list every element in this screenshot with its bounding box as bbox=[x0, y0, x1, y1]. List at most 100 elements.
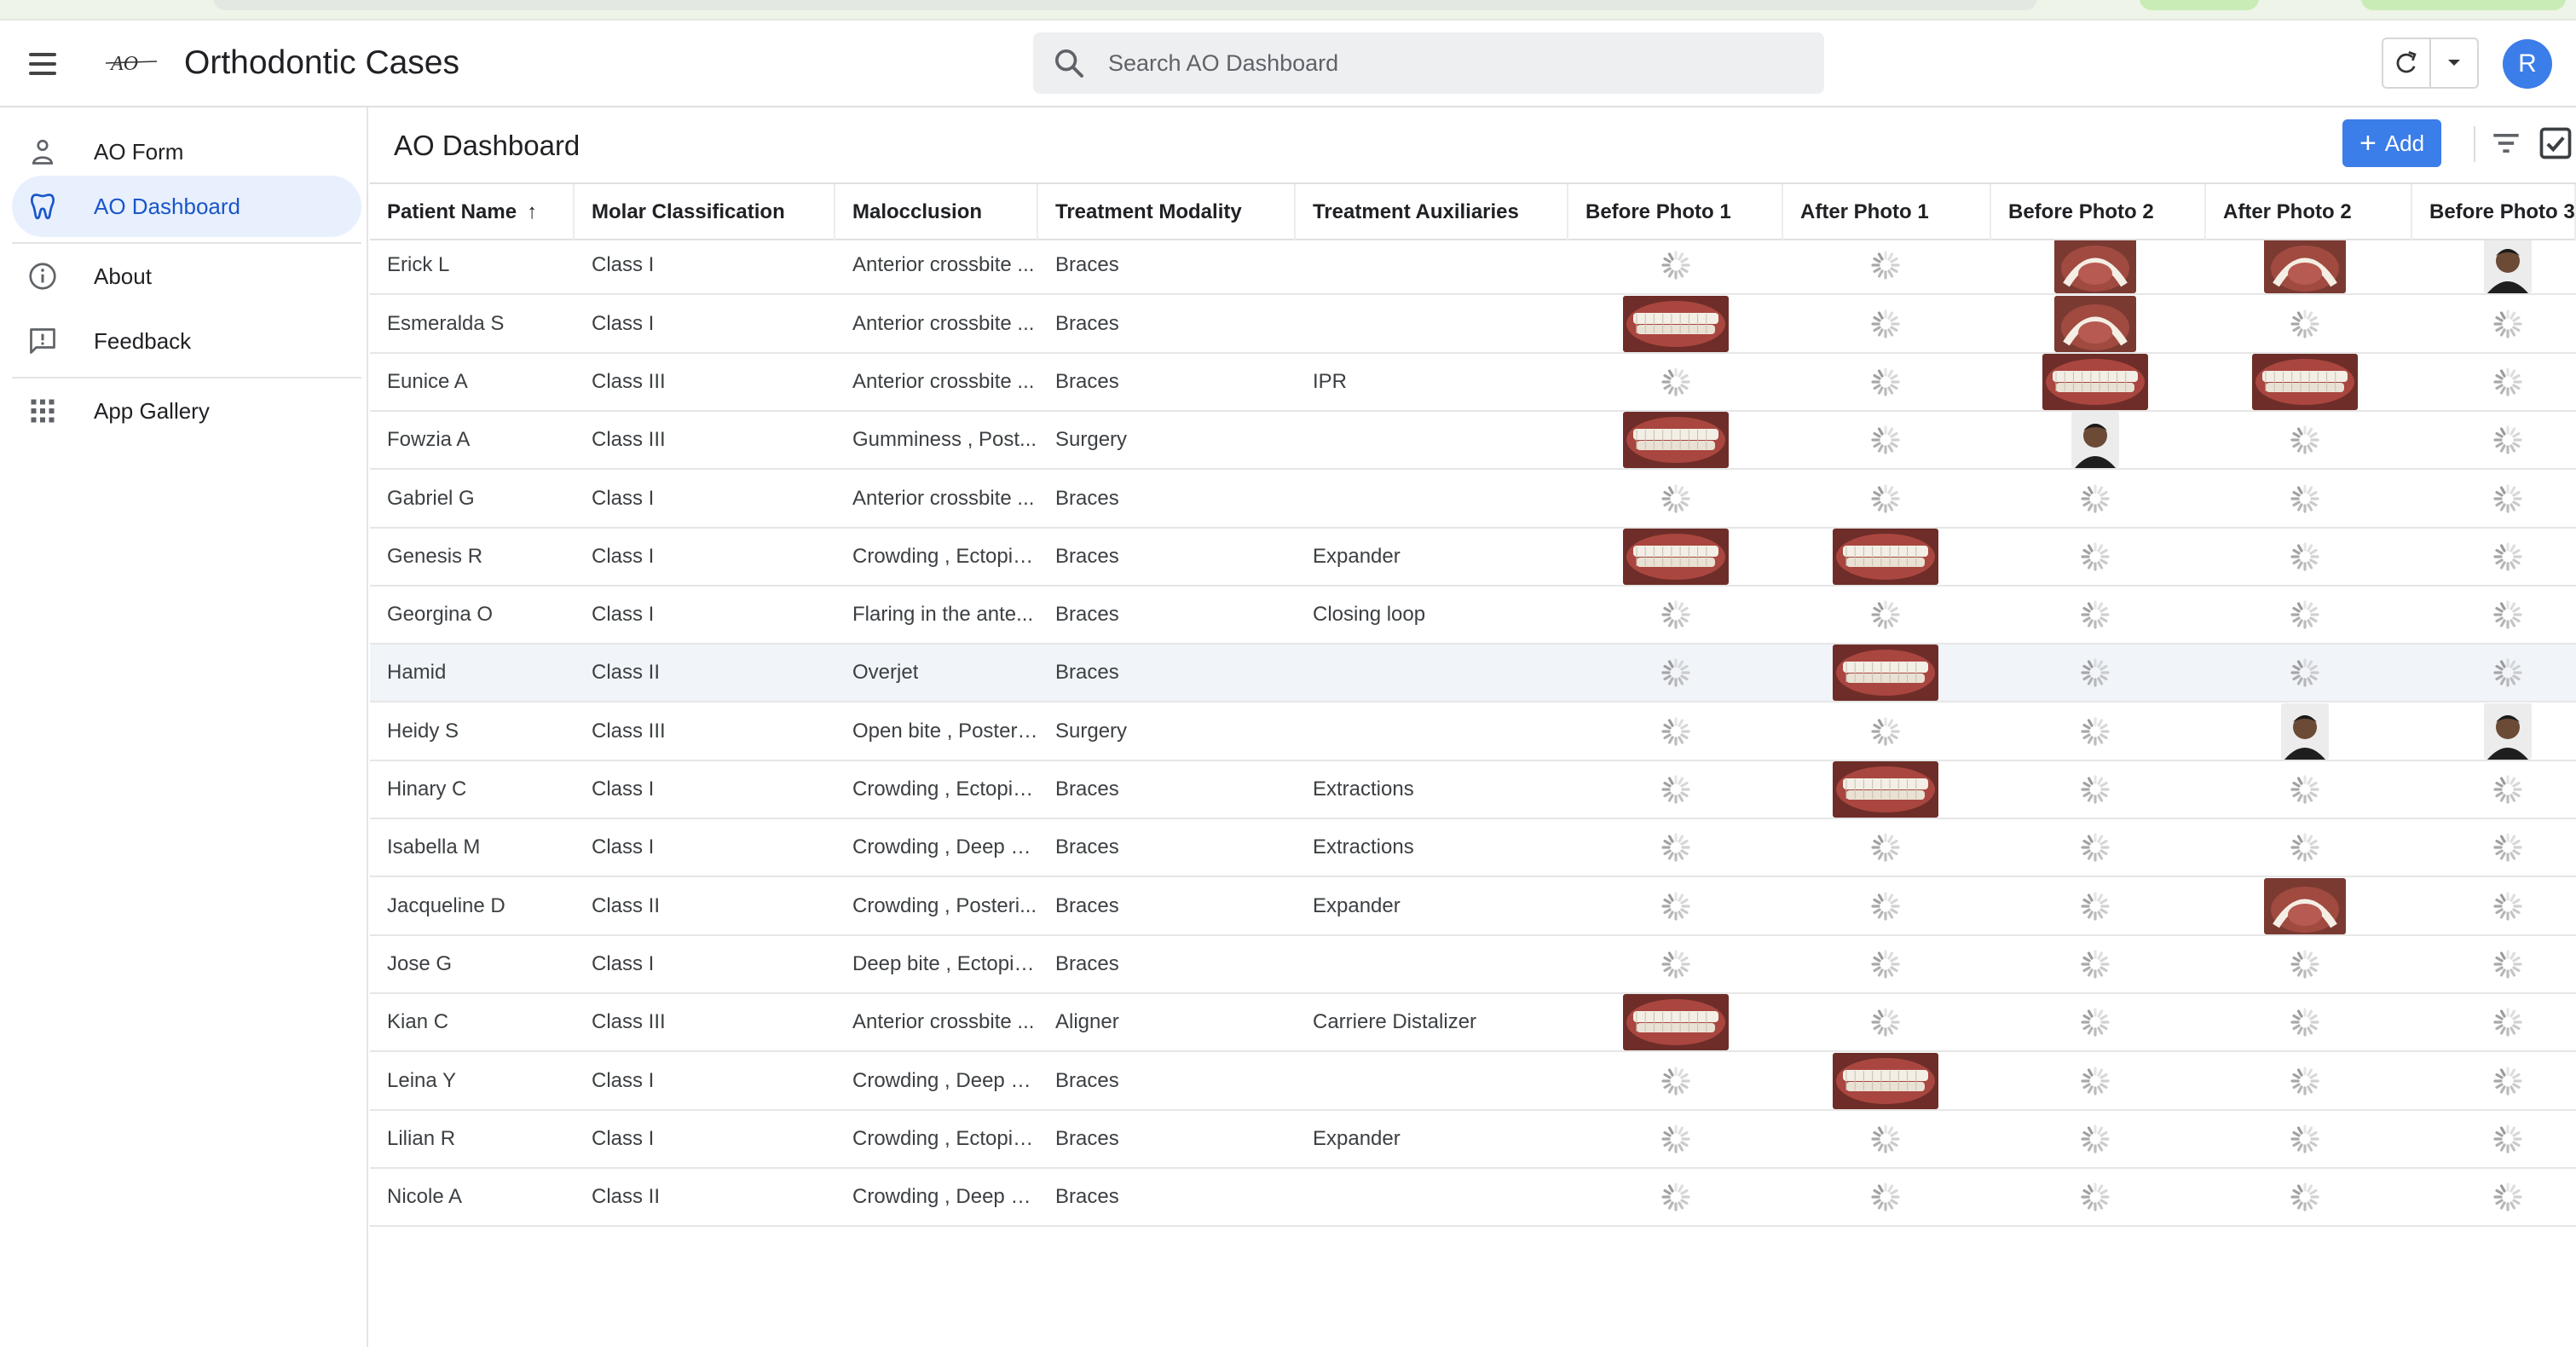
column-header-before-photo-2[interactable]: Before Photo 2 bbox=[1991, 184, 2206, 240]
cell-after-photo-2 bbox=[2206, 1169, 2412, 1225]
cell-before-photo-3 bbox=[2412, 1169, 2576, 1225]
table-row[interactable]: Genesis R Class I Crowding , Ectopic... Bra… bbox=[370, 528, 2576, 587]
table-row[interactable]: Lilian R Class I Crowding , Ectopic... Brac… bbox=[370, 1111, 2576, 1169]
cell-patient-name: Heidy S bbox=[370, 703, 575, 760]
dental-arch-photo[interactable] bbox=[2264, 237, 2346, 294]
cell-malocclusion: Crowding , Deep bi... bbox=[835, 1053, 1038, 1109]
cell-patient-name: Erick L bbox=[370, 237, 575, 293]
menu-icon[interactable] bbox=[26, 49, 63, 78]
cell-before-photo-3 bbox=[2412, 702, 2576, 760]
cell-before-photo-3 bbox=[2412, 529, 2576, 585]
cell-after-photo-2 bbox=[2206, 936, 2412, 992]
table-row[interactable]: Isabella M Class I Crowding , Deep bi... Br… bbox=[370, 819, 2576, 878]
intraoral-teeth-photo[interactable] bbox=[2252, 353, 2358, 410]
table-row[interactable]: Hamid Class II Overjet Braces bbox=[370, 645, 2576, 703]
column-header-after-photo-2[interactable]: After Photo 2 bbox=[2206, 184, 2412, 240]
cell-before-photo-1 bbox=[1568, 1053, 1783, 1109]
cell-text: IPR bbox=[1313, 369, 1348, 393]
intraoral-teeth-photo[interactable] bbox=[1833, 528, 1938, 585]
refresh-options-button[interactable] bbox=[2431, 39, 2477, 87]
cell-treatment-auxiliaries bbox=[1296, 237, 1568, 293]
intraoral-teeth-photo[interactable] bbox=[2042, 353, 2148, 410]
column-header-after-photo-1[interactable]: After Photo 1 bbox=[1783, 184, 1991, 240]
refresh-button[interactable] bbox=[2383, 39, 2431, 87]
column-header-malocclusion[interactable]: Malocclusion bbox=[835, 184, 1038, 240]
table-row[interactable]: Hinary C Class I Crowding , Ectopic... Brac… bbox=[370, 761, 2576, 819]
dental-arch-photo[interactable] bbox=[2054, 295, 2136, 352]
column-header-label: Patient Name bbox=[387, 200, 517, 223]
column-header-before-photo-3[interactable]: Before Photo 3 bbox=[2412, 184, 2576, 240]
sidebar-item-ao-form[interactable]: AO Form bbox=[12, 121, 361, 182]
patient-portrait-photo[interactable] bbox=[2281, 702, 2329, 760]
filter-icon[interactable] bbox=[2487, 124, 2525, 162]
table-row[interactable]: Jacqueline D Class II Crowding , Posteri..… bbox=[370, 877, 2576, 936]
intraoral-teeth-photo[interactable] bbox=[1833, 1052, 1938, 1109]
patient-portrait-photo[interactable] bbox=[2071, 412, 2119, 469]
intraoral-teeth-photo[interactable] bbox=[1623, 528, 1729, 585]
cell-molar-classification: Class III bbox=[575, 994, 835, 1050]
column-header-molar-classification[interactable]: Molar Classification bbox=[575, 184, 835, 240]
cell-text: Class I bbox=[592, 778, 655, 801]
loading-spinner-icon bbox=[1661, 251, 1690, 280]
table-row[interactable]: Fowzia A Class III Gumminess , Post... Surg… bbox=[370, 412, 2576, 471]
cell-treatment-modality: Braces bbox=[1038, 761, 1296, 818]
table-row[interactable]: Nicole A Class II Crowding , Deep bi... Bra… bbox=[370, 1169, 2576, 1228]
table-row[interactable]: Jose G Class I Deep bite , Ectopic... Brace… bbox=[370, 936, 2576, 994]
cell-after-photo-2 bbox=[2206, 587, 2412, 643]
cell-after-photo-1 bbox=[1783, 761, 1991, 818]
intraoral-teeth-photo[interactable] bbox=[1833, 645, 1938, 702]
sidebar-item-app-gallery[interactable]: App Gallery bbox=[12, 380, 361, 442]
sidebar-item-feedback[interactable]: Feedback bbox=[12, 310, 361, 372]
column-header-treatment-auxiliaries[interactable]: Treatment Auxiliaries bbox=[1296, 184, 1568, 240]
column-header-before-photo-1[interactable]: Before Photo 1 bbox=[1568, 184, 1783, 240]
cell-after-photo-1 bbox=[1783, 878, 1991, 934]
intraoral-teeth-photo[interactable] bbox=[1623, 994, 1729, 1051]
cell-text: Isabella M bbox=[387, 835, 481, 859]
tooth-icon bbox=[31, 194, 55, 220]
cell-text: Class I bbox=[592, 253, 655, 277]
search-bar[interactable] bbox=[1033, 32, 1824, 94]
patient-portrait-photo[interactable] bbox=[2484, 237, 2532, 294]
cell-after-photo-2 bbox=[2206, 994, 2412, 1050]
table-row[interactable]: Georgina O Class I Flaring in the ante... B… bbox=[370, 587, 2576, 645]
cell-treatment-auxiliaries: Carriere Distalizer bbox=[1296, 994, 1568, 1050]
sidebar-item-ao-dashboard[interactable]: AO Dashboard bbox=[12, 176, 361, 237]
table-row[interactable]: Heidy S Class III Open bite , Posteri... Su… bbox=[370, 702, 2576, 761]
table-row[interactable]: Kian C Class III Anterior crossbite ... Ali… bbox=[370, 994, 2576, 1053]
column-header-treatment-modality[interactable]: Treatment Modality bbox=[1038, 184, 1296, 240]
dental-arch-photo[interactable] bbox=[2264, 877, 2346, 934]
cell-molar-classification: Class II bbox=[575, 1169, 835, 1225]
intraoral-teeth-photo[interactable] bbox=[1623, 295, 1729, 352]
loading-spinner-icon bbox=[2493, 309, 2522, 338]
select-checkbox-icon[interactable] bbox=[2537, 124, 2574, 162]
column-header-patient-name[interactable]: Patient Name ↑ bbox=[370, 184, 575, 240]
table-row[interactable]: Esmeralda S Class I Anterior crossbite ...… bbox=[370, 295, 2576, 354]
cell-before-photo-2 bbox=[1991, 761, 2206, 818]
sidebar-item-about[interactable]: About bbox=[12, 246, 361, 307]
search-input[interactable] bbox=[1108, 32, 1807, 94]
plus-icon: + bbox=[2359, 127, 2377, 159]
table-row[interactable]: Eunice A Class III Anterior crossbite ... B… bbox=[370, 353, 2576, 412]
table-row[interactable]: Leina Y Class I Crowding , Deep bi... Brace… bbox=[370, 1052, 2576, 1111]
user-avatar[interactable]: R bbox=[2503, 39, 2552, 89]
cell-before-photo-1 bbox=[1568, 1111, 1783, 1167]
cell-text: Erick L bbox=[387, 253, 450, 277]
patient-portrait-photo[interactable] bbox=[2484, 702, 2532, 760]
cell-molar-classification: Class I bbox=[575, 471, 835, 527]
loading-spinner-icon bbox=[2493, 1066, 2522, 1096]
cell-patient-name: Jose G bbox=[370, 936, 575, 992]
intraoral-teeth-photo[interactable] bbox=[1833, 761, 1938, 818]
cell-text: Fowzia A bbox=[387, 428, 471, 452]
dental-arch-photo[interactable] bbox=[2054, 237, 2136, 294]
intraoral-teeth-photo[interactable] bbox=[1623, 412, 1729, 469]
cell-after-photo-1 bbox=[1783, 412, 1991, 468]
add-button[interactable]: + Add bbox=[2342, 119, 2441, 167]
cell-text: Class I bbox=[592, 544, 655, 568]
cell-after-photo-1 bbox=[1783, 587, 1991, 643]
table-row[interactable]: Erick L Class I Anterior crossbite ... Brac… bbox=[370, 237, 2576, 296]
table-row[interactable]: Gabriel G Class I Anterior crossbite ... Br… bbox=[370, 471, 2576, 529]
loading-spinner-icon bbox=[2081, 891, 2110, 921]
cell-before-photo-2 bbox=[1991, 471, 2206, 527]
loading-spinner-icon bbox=[2493, 1124, 2522, 1153]
app-bar: AO Orthodontic Cases R bbox=[0, 20, 2576, 107]
